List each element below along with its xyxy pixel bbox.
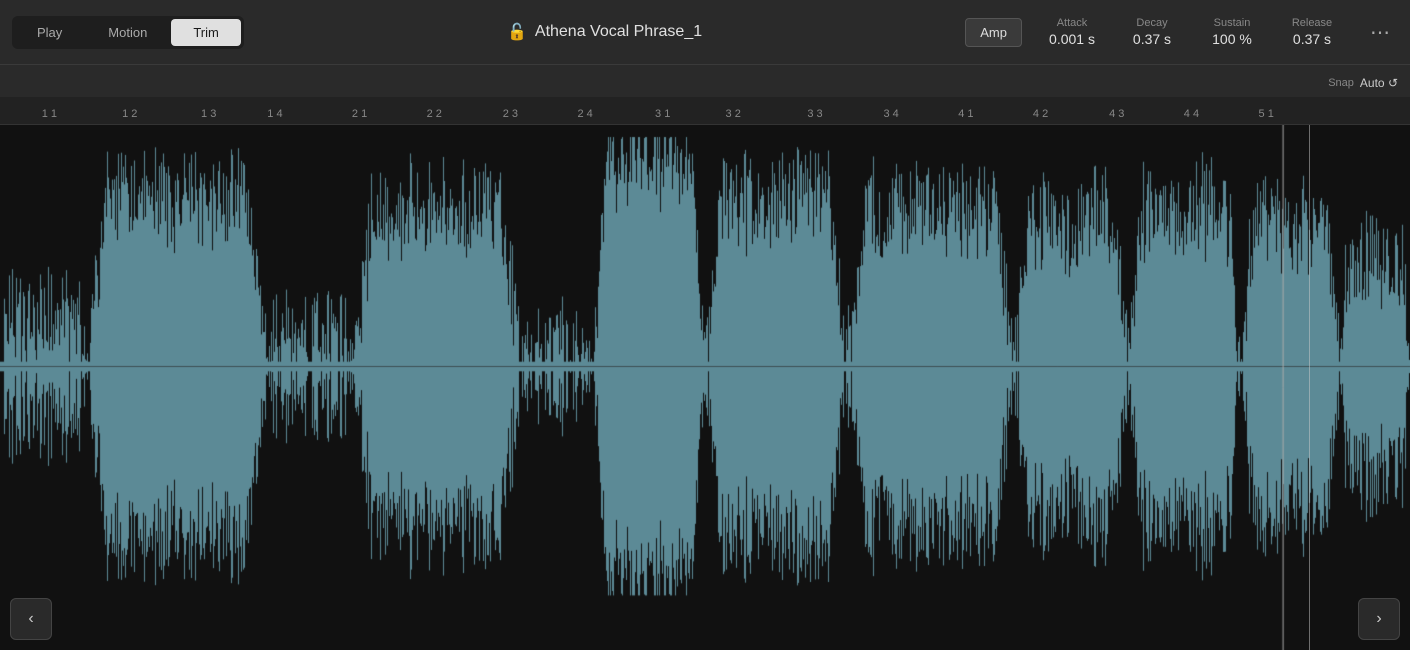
decay-param: Decay 0.37 s [1122,17,1182,47]
ruler-mark: 1 3 [201,108,216,120]
release-value: 0.37 s [1293,31,1331,47]
title-section: 🔓 Athena Vocal Phrase_1 [256,22,953,42]
sustain-param: Sustain 100 % [1202,17,1262,47]
lock-icon: 🔓 [507,22,527,42]
ruler-mark: 2 4 [577,108,592,120]
release-param: Release 0.37 s [1282,17,1342,47]
more-options-button[interactable]: ⋯ [1362,16,1398,49]
snap-area: Snap Auto ↺ [0,65,1410,97]
ruler-mark: 1 1 [42,108,57,120]
ruler-mark: 2 3 [503,108,518,120]
ruler-mark: 3 1 [655,108,670,120]
tab-trim[interactable]: Trim [171,19,241,46]
nav-left-button[interactable]: ‹ [10,598,52,640]
controls-section: Amp Attack 0.001 s Decay 0.37 s Sustain … [965,16,1398,49]
decay-label: Decay [1136,17,1167,29]
ruler-mark: 2 2 [427,108,442,120]
track-title: Athena Vocal Phrase_1 [535,23,702,41]
tab-motion[interactable]: Motion [86,19,169,46]
left-arrow-icon: ‹ [28,610,33,628]
timeline-ruler: 1 1 1 2 1 3 1 4 2 1 2 2 2 3 2 4 3 1 3 2 3 3 3 4 4 1 4… [0,97,1410,125]
snap-value[interactable]: Auto ↺ [1360,76,1398,90]
ruler-mark: 5 1 [1259,108,1274,120]
ruler-mark: 1 4 [267,108,282,120]
ruler-mark: 2 1 [352,108,367,120]
playhead [1309,125,1310,650]
ruler-mark: 1 2 [122,108,137,120]
nav-right-button[interactable]: › [1358,598,1400,640]
nav-tabs: Play Motion Trim [12,16,244,49]
waveform-container: ‹ › [0,125,1410,650]
release-label: Release [1292,17,1332,29]
ruler-mark: 4 2 [1033,108,1048,120]
header: Play Motion Trim 🔓 Athena Vocal Phrase_1… [0,0,1410,65]
ruler-mark: 3 4 [883,108,898,120]
right-arrow-icon: › [1376,610,1381,628]
ruler-mark: 3 3 [807,108,822,120]
sustain-value: 100 % [1212,31,1252,47]
attack-param: Attack 0.001 s [1042,17,1102,47]
snap-label: Snap [1328,77,1354,89]
waveform-canvas [0,125,1410,650]
ruler-mark: 4 3 [1109,108,1124,120]
attack-value: 0.001 s [1049,31,1095,47]
decay-value: 0.37 s [1133,31,1171,47]
ruler-mark: 4 1 [958,108,973,120]
tab-play[interactable]: Play [15,19,84,46]
ruler-mark: 3 2 [726,108,741,120]
ruler-mark: 4 4 [1184,108,1199,120]
attack-label: Attack [1057,17,1088,29]
sustain-label: Sustain [1214,17,1251,29]
amp-button[interactable]: Amp [965,18,1022,47]
